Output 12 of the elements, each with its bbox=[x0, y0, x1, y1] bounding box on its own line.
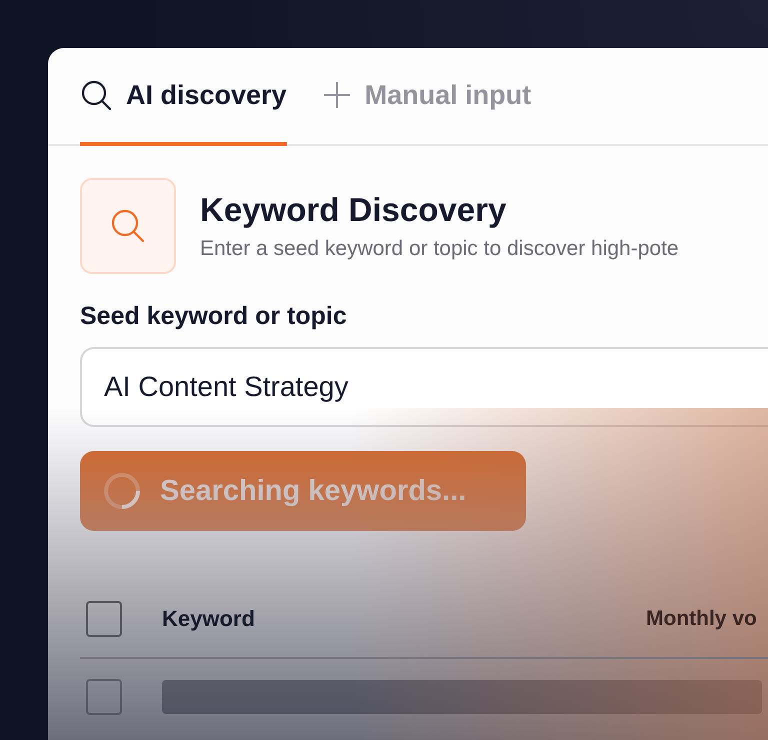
tab[interactable]: AI discovery bbox=[80, 48, 287, 146]
page-subtitle: Enter a seed keyword or topic to discover high-pote bbox=[200, 237, 679, 261]
select-all-checkbox[interactable] bbox=[86, 601, 122, 637]
search-icon bbox=[80, 79, 112, 111]
search-icon bbox=[110, 208, 146, 244]
column-header: Keyword bbox=[162, 606, 256, 632]
plus-icon bbox=[322, 81, 351, 109]
row-checkbox[interactable] bbox=[86, 679, 122, 715]
field-label: Seed keyword or topic bbox=[80, 302, 348, 331]
column-header: Monthly vo bbox=[646, 607, 757, 631]
page-title: Keyword Discovery bbox=[200, 191, 508, 229]
seed-keyword-field[interactable]: AI Content Strategy bbox=[80, 347, 768, 427]
